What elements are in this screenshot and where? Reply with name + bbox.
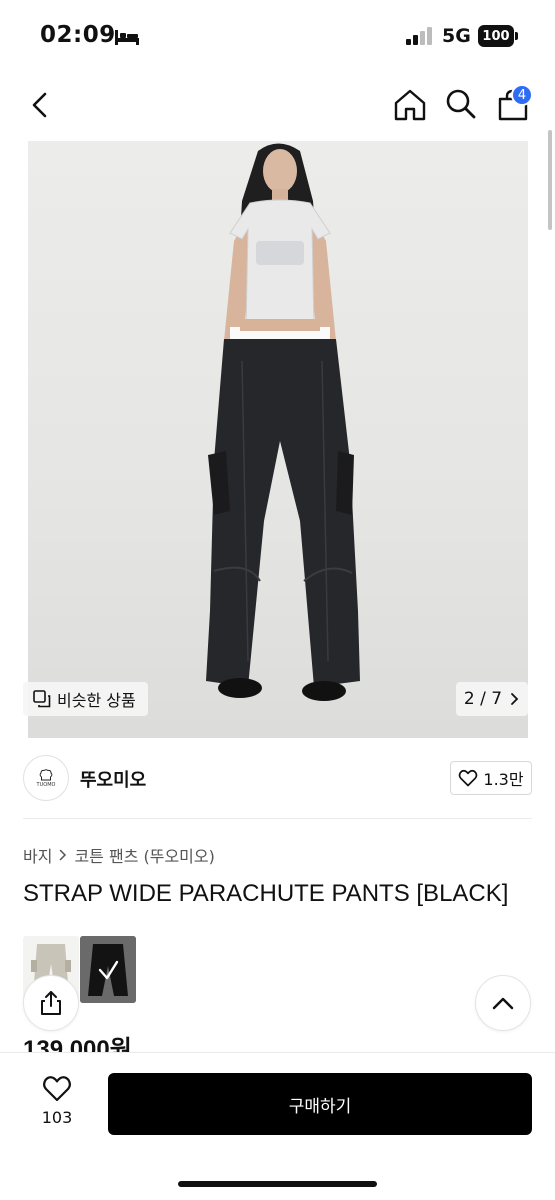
swatch-black-thumbnail [80, 936, 136, 1003]
share-button[interactable] [23, 975, 79, 1031]
share-icon [41, 991, 61, 1015]
signal-icon [406, 27, 432, 45]
similar-products-button[interactable]: 비슷한 상품 [23, 682, 148, 716]
chevron-up-icon [492, 997, 514, 1010]
chevron-right-icon [511, 693, 519, 705]
brand-logo-icon [39, 768, 53, 780]
back-icon[interactable] [28, 90, 52, 120]
page-indicator-text: 2 / 7 [463, 689, 503, 709]
battery-cap [515, 32, 518, 40]
heart-icon [459, 769, 478, 787]
sleep-mode-icon [115, 30, 139, 45]
cart-count-badge: 4 [511, 84, 533, 106]
similar-products-label: 비슷한 상품 [57, 691, 136, 710]
page-scrollbar[interactable] [548, 130, 552, 230]
copy-icon [33, 690, 51, 708]
home-icon[interactable] [393, 88, 427, 122]
brand-logo[interactable]: TUOMO [23, 755, 69, 801]
brand-name[interactable]: 뚜오미오 [80, 766, 146, 792]
brand-like-count: 1.3만 [483, 770, 524, 789]
breadcrumb-category[interactable]: 바지 [23, 843, 52, 867]
image-page-indicator[interactable]: 2 / 7 [456, 682, 528, 716]
color-swatch-black[interactable] [80, 936, 136, 1003]
heart-icon [43, 1076, 71, 1102]
battery-level: 100 [478, 25, 514, 47]
buy-button[interactable]: 구매하기 [108, 1073, 532, 1135]
search-icon[interactable] [445, 88, 477, 120]
breadcrumb-subcategory[interactable]: 코튼 팬츠 (뚜오미오) [74, 843, 214, 867]
divider [23, 818, 532, 819]
brand-logo-text: TUOMO [36, 781, 56, 788]
breadcrumb: 바지 코튼 팬츠 (뚜오미오) [23, 843, 215, 867]
status-bar: 02:09 5G 100 [0, 0, 555, 72]
home-indicator[interactable] [178, 1181, 377, 1187]
status-time: 02:09 [40, 22, 116, 48]
product-image[interactable] [28, 141, 528, 738]
brand-like-button[interactable]: 1.3만 [450, 761, 532, 795]
network-label: 5G [442, 25, 471, 47]
nav-bar: 4 [0, 72, 555, 138]
battery-indicator: 100 [478, 25, 518, 47]
chevron-right-icon [60, 849, 67, 861]
wishlist-button[interactable]: 103 [30, 1075, 84, 1135]
bottom-action-bar: 103 구매하기 [0, 1052, 555, 1200]
wishlist-count: 103 [41, 1108, 73, 1127]
model-photo [206, 143, 360, 701]
product-title: STRAP WIDE PARACHUTE PANTS [BLACK] [23, 880, 509, 907]
brand-row[interactable]: TUOMO 뚜오미오 1.3만 [0, 755, 555, 803]
scroll-to-top-button[interactable] [475, 975, 531, 1031]
